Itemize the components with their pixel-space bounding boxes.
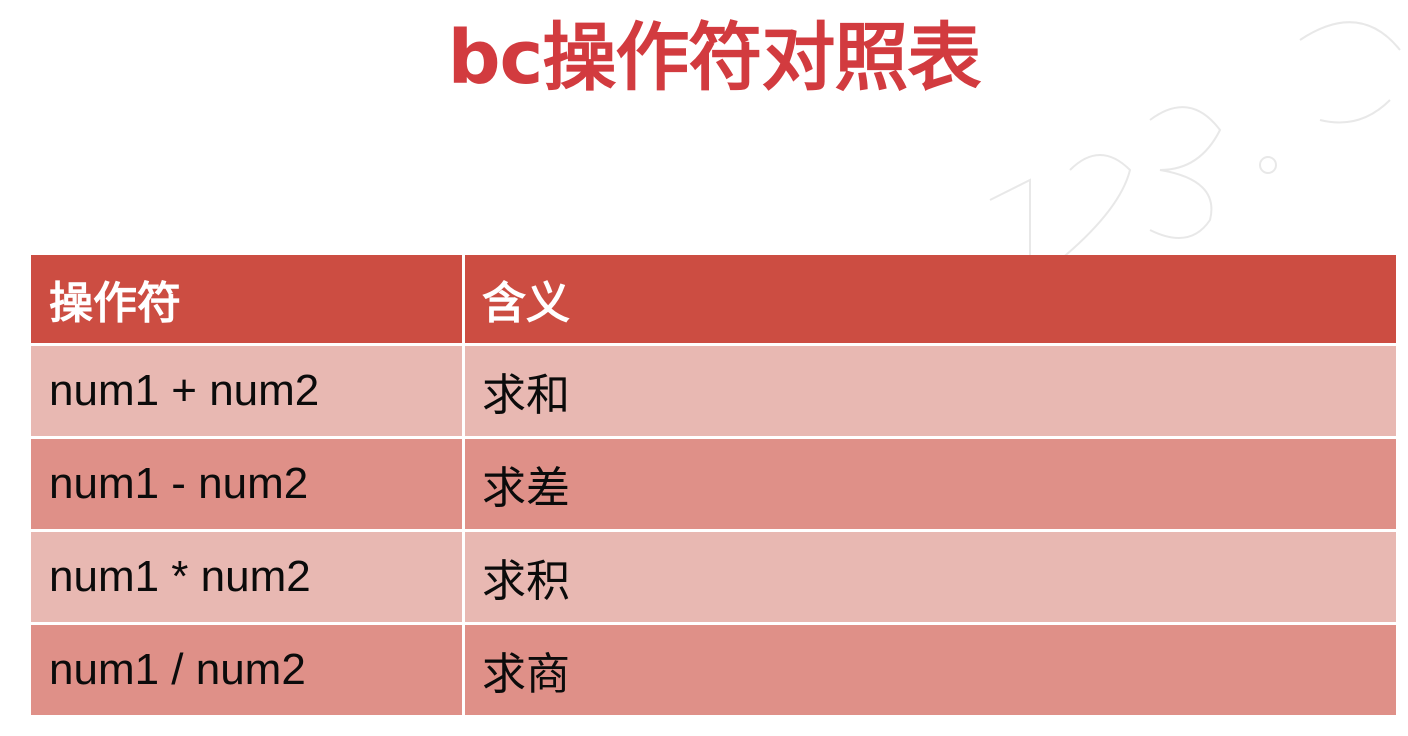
table-row: num1 * num2 求积 (31, 529, 1396, 622)
meaning-cell: 求和 (462, 346, 1396, 436)
operator-text: num1 * num2 (49, 552, 311, 601)
operator-text: num1 + num2 (49, 366, 320, 415)
operator-cell: num1 + num2 (31, 346, 462, 436)
meaning-cell: 求积 (462, 532, 1396, 622)
table-row: num1 / num2 求商 (31, 622, 1396, 715)
header-meaning: 含义 (462, 255, 1396, 343)
table-header-row: 操作符 含义 (31, 255, 1396, 343)
operator-cell: num1 * num2 (31, 532, 462, 622)
table-row: num1 - num2 求差 (31, 436, 1396, 529)
operator-cell: num1 / num2 (31, 625, 462, 715)
meaning-cell: 求差 (462, 439, 1396, 529)
header-operator: 操作符 (49, 278, 181, 329)
operator-cell: num1 - num2 (31, 439, 462, 529)
page-title: bc操作符对照表 (447, 15, 982, 101)
table-row: num1 + num2 求和 (31, 343, 1396, 436)
operator-text: num1 - num2 (49, 459, 309, 508)
operator-table: 操作符 含义 num1 + num2 求和 num1 - num2 求差 num… (31, 255, 1396, 715)
meaning-cell: 求商 (462, 625, 1396, 715)
operator-text: num1 / num2 (49, 645, 306, 694)
